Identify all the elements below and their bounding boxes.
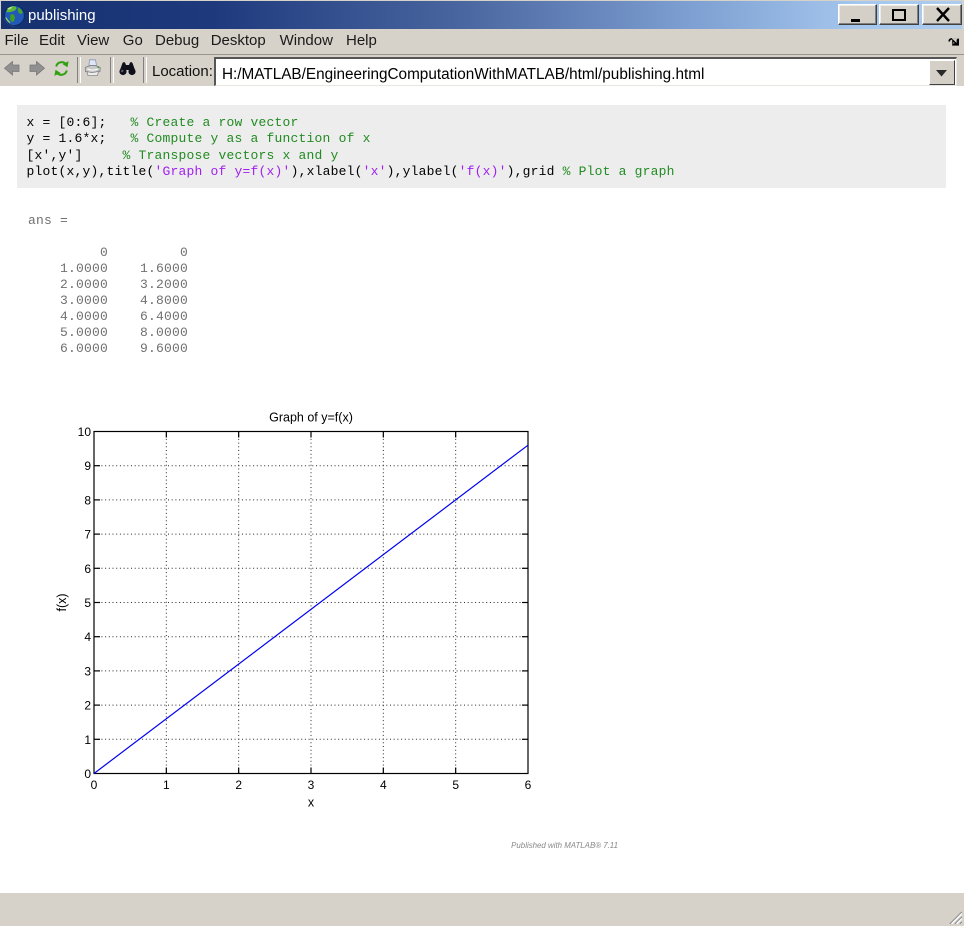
svg-text:6: 6 (84, 562, 91, 576)
svg-text:3: 3 (84, 664, 91, 678)
svg-text:Graph of y=f(x): Graph of y=f(x) (269, 411, 353, 425)
svg-text:2: 2 (84, 699, 91, 713)
svg-text:3: 3 (308, 778, 315, 792)
svg-text:5: 5 (84, 596, 91, 610)
svg-text:7: 7 (84, 528, 91, 542)
svg-text:2: 2 (235, 778, 242, 792)
svg-text:x: x (308, 796, 315, 810)
svg-text:0: 0 (91, 778, 98, 792)
svg-text:4: 4 (380, 778, 387, 792)
svg-text:8: 8 (84, 493, 91, 507)
svg-text:10: 10 (78, 425, 92, 439)
svg-text:9: 9 (84, 459, 91, 473)
svg-text:5: 5 (452, 778, 459, 792)
svg-text:1: 1 (84, 733, 91, 747)
svg-text:6: 6 (525, 778, 532, 792)
svg-text:0: 0 (84, 767, 91, 781)
svg-text:4: 4 (84, 630, 91, 644)
svg-text:f(x): f(x) (55, 593, 69, 611)
svg-text:1: 1 (163, 778, 170, 792)
